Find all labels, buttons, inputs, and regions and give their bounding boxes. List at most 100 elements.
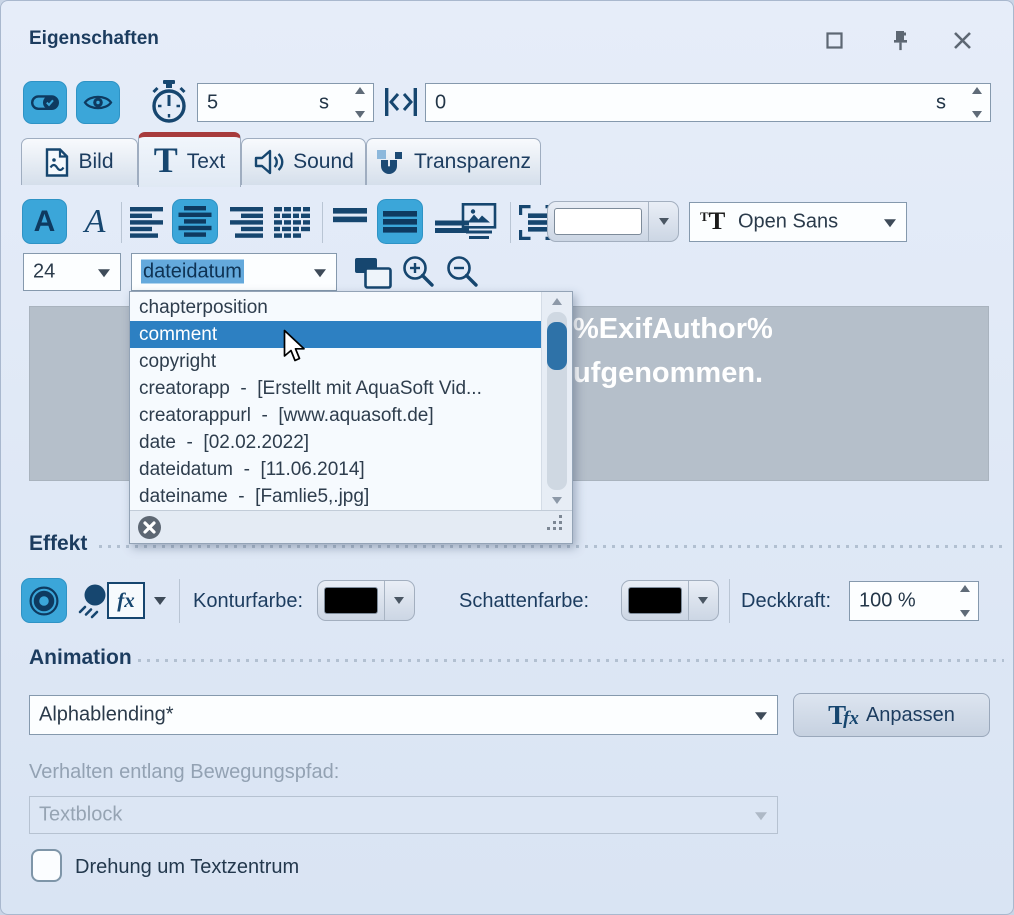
eye-icon [83, 92, 113, 113]
visibility-button[interactable] [76, 81, 120, 124]
justify-button[interactable] [272, 204, 312, 240]
duration-value[interactable]: 5 [207, 91, 218, 114]
shadow-color-label: Schattenfarbe: [459, 590, 589, 613]
animation-value: Alphablending* [39, 704, 174, 727]
rotation-checkbox-label[interactable]: Drehung um Textzentrum [75, 856, 299, 879]
variable-value[interactable]: dateidatum [141, 261, 244, 284]
variable-combobox[interactable]: dateidatum [131, 253, 337, 291]
shadow-color-arrow[interactable] [688, 581, 717, 620]
offset-width-symbol [382, 83, 420, 121]
resize-grip[interactable] [546, 514, 565, 538]
offset-value[interactable]: 0 [435, 91, 446, 114]
scrollbar-thumb[interactable] [547, 322, 567, 370]
list-item[interactable]: date - [02.02.2022] [130, 429, 541, 456]
tab-transparenz-label: Transparenz [414, 150, 531, 174]
font-color-dropdown-arrow[interactable] [648, 202, 678, 241]
tab-text-label: Text [187, 150, 226, 174]
outline-color-picker[interactable] [317, 580, 415, 621]
align-center-button[interactable] [172, 199, 218, 244]
dropdown-close-button[interactable] [137, 515, 162, 545]
font-family-select[interactable]: TT Open Sans [689, 202, 907, 242]
valign-middle-button[interactable] [377, 199, 423, 244]
list-item[interactable]: copyright [130, 348, 541, 375]
enabled-toggle-button[interactable] [23, 81, 67, 124]
grip-dots-icon [546, 514, 565, 533]
scroll-down-arrow[interactable] [552, 497, 562, 504]
tab-bild-label: Bild [78, 150, 113, 174]
italic-button[interactable]: A [75, 201, 115, 243]
align-right-button[interactable] [227, 204, 265, 240]
outline-color-arrow[interactable] [384, 581, 413, 620]
motion-path-value: Textblock [39, 804, 122, 827]
zoom-in-button[interactable] [399, 253, 437, 291]
valign-top-button[interactable] [331, 204, 369, 240]
outline-effect-button[interactable] [21, 578, 67, 623]
dropdown-scrollbar[interactable] [541, 292, 572, 510]
close-icon [953, 31, 972, 50]
shadow-color-swatch [628, 587, 682, 614]
effect-section-divider [99, 545, 1004, 548]
animation-section-label: Animation [29, 646, 132, 670]
stack-order-button[interactable] [352, 255, 394, 291]
duration-spin-buttons[interactable] [352, 87, 368, 118]
list-item[interactable]: dateidatum - [11.06.2014] [130, 456, 541, 483]
animation-select[interactable]: Alphablending* [29, 695, 778, 735]
toggle-check-icon [31, 93, 59, 112]
list-item[interactable]: dateiname - [Famlie5,.jpg] [130, 483, 541, 510]
fx-effects-button[interactable]: fx [107, 582, 145, 619]
pin-button[interactable] [887, 27, 913, 53]
animation-select-arrow[interactable] [755, 712, 767, 720]
tab-text[interactable]: T Text [138, 132, 241, 187]
scroll-up-arrow[interactable] [552, 298, 562, 305]
close-button[interactable] [949, 27, 975, 53]
justify-icon [274, 207, 310, 238]
zoom-out-icon [445, 255, 479, 289]
maximize-button[interactable] [821, 27, 847, 53]
tab-sound[interactable]: Sound [241, 138, 366, 185]
rotation-checkbox[interactable] [31, 849, 62, 882]
pin-icon [892, 30, 909, 51]
font-family-arrow[interactable] [884, 219, 896, 227]
bold-icon: A [34, 205, 56, 239]
preview-text-line1: %ExifAuthor% [573, 313, 773, 346]
variable-combobox-arrow[interactable] [314, 269, 326, 277]
opacity-value[interactable]: 100 % [859, 590, 916, 613]
font-size-arrow[interactable] [98, 269, 110, 277]
opacity-spin-buttons[interactable] [957, 585, 973, 617]
offset-spin-buttons[interactable] [969, 87, 985, 118]
cursor-arrow-icon [283, 329, 309, 365]
variable-dropdown-list[interactable]: chapterposition comment copyright creato… [130, 292, 541, 510]
motion-path-label: Verhalten entlang Bewegungspfad: [29, 761, 339, 784]
offset-spinner[interactable]: 0 s [425, 83, 991, 122]
list-item[interactable]: creatorapp - [Erstellt mit AquaSoft Vid.… [130, 375, 541, 402]
tab-bild[interactable]: Bild [21, 138, 138, 185]
duration-spinner[interactable]: 5 s [197, 83, 374, 122]
align-left-button[interactable] [128, 204, 166, 240]
variable-dropdown-panel: chapterposition comment copyright creato… [129, 291, 573, 544]
list-item-selected[interactable]: comment [130, 321, 541, 348]
font-family-icon: TT [700, 209, 725, 234]
anpassen-button[interactable]: Tfx Anpassen [793, 693, 990, 737]
font-size-select[interactable]: 24 [23, 253, 121, 291]
shadow-dot-icon [75, 582, 111, 620]
opacity-spinner[interactable]: 100 % [849, 581, 979, 621]
outline-ring-icon [28, 585, 60, 617]
image-document-icon [45, 148, 69, 177]
speaker-icon [253, 148, 284, 176]
font-color-picker[interactable] [547, 201, 679, 242]
duration-unit: s [319, 91, 329, 114]
shadow-color-picker[interactable] [621, 580, 719, 621]
font-color-swatch [554, 208, 642, 235]
text-fx-icon: Tfx [828, 700, 859, 731]
list-item[interactable]: chapterposition [130, 294, 541, 321]
image-with-text-button[interactable] [457, 200, 501, 242]
bold-button[interactable]: A [22, 199, 67, 244]
zoom-out-button[interactable] [443, 253, 481, 291]
duration-stopwatch [149, 79, 189, 125]
list-item[interactable]: creatorappurl - [www.aquasoft.de] [130, 402, 541, 429]
maximize-icon [826, 32, 843, 49]
text-t-icon: T [154, 139, 178, 181]
fx-dropdown-arrow[interactable] [149, 591, 171, 611]
opacity-label: Deckkraft: [741, 590, 831, 613]
tab-transparenz[interactable]: Transparenz [366, 138, 541, 185]
